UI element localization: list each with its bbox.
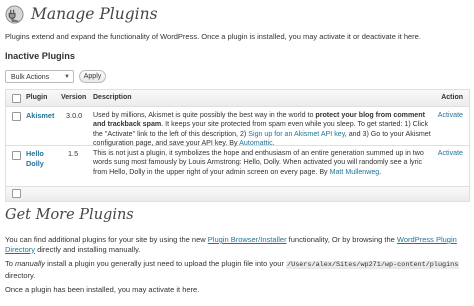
para-text: directly and installing manually. xyxy=(35,244,141,254)
get-more-plugins-heading: Get More Plugins xyxy=(5,207,134,223)
bulk-actions-select[interactable]: Bulk Actions ▼ xyxy=(5,70,74,83)
page-title: Manage Plugins xyxy=(31,5,158,23)
plugins-path: /Users/alex/Sites/wp271/wp-content/plugi… xyxy=(286,261,460,269)
plugin-description: Used by millions, Akismet is quite possi… xyxy=(93,111,433,149)
plugin-version: 1.5 xyxy=(68,149,79,158)
intro-text: Plugins extend and expand the functional… xyxy=(5,32,421,41)
select-all-checkbox[interactable] xyxy=(12,94,21,103)
col-version: Version xyxy=(61,94,87,101)
plugins-table: Plugin Version Description Action Akisme… xyxy=(5,89,470,202)
row-checkbox[interactable] xyxy=(12,151,21,160)
table-row: Hello Dolly 1.5 This is not just a plugi… xyxy=(6,146,469,187)
akismet-api-key-link[interactable]: Sign up for an Akismet API key xyxy=(248,130,344,138)
author-link[interactable]: Matt Mullenweg xyxy=(330,168,380,176)
table-header: Plugin Version Description Action xyxy=(6,90,469,107)
select-all-checkbox-footer[interactable] xyxy=(12,189,21,198)
activate-link[interactable]: Activate xyxy=(438,149,463,157)
page-header: Manage Plugins xyxy=(5,4,158,24)
plugin-name-akismet[interactable]: Akismet xyxy=(26,111,54,121)
para-text: To xyxy=(5,259,16,268)
plugin-browser-link[interactable]: Plugin Browser/Installer xyxy=(208,235,287,244)
plugin-version: 3.0.0 xyxy=(66,111,83,120)
col-description: Description xyxy=(93,94,132,101)
activate-link[interactable]: Activate xyxy=(438,111,463,119)
para-text: install a plugin you generally just need… xyxy=(45,259,287,268)
desc-text: . xyxy=(379,167,382,176)
manage-plugins-page: Manage Plugins Plugins extend and expand… xyxy=(0,0,474,306)
desc-text: Used by millions, Akismet is quite possi… xyxy=(93,111,316,119)
get-more-paragraph: You can find additional plugins for your… xyxy=(5,235,467,254)
manual-install-paragraph: To manually install a plugin you general… xyxy=(5,259,467,280)
para-emphasis: manually xyxy=(15,259,46,268)
col-action: Action xyxy=(441,94,463,101)
chevron-down-icon: ▼ xyxy=(64,74,70,80)
inactive-plugins-heading: Inactive Plugins xyxy=(5,51,75,61)
table-footer xyxy=(6,187,469,201)
para-text: functionality, Or by browsing the xyxy=(286,235,397,244)
para-text: directory. xyxy=(5,270,36,280)
para-text: You can find additional plugins for your… xyxy=(5,235,208,244)
col-plugin: Plugin xyxy=(26,94,48,101)
plugin-description: This is not just a plugin, it symbolizes… xyxy=(93,149,433,177)
row-checkbox[interactable] xyxy=(12,112,21,121)
table-row: Akismet 3.0.0 Used by millions, Akismet … xyxy=(6,107,469,149)
bulk-actions-value: Bulk Actions xyxy=(11,74,50,81)
activate-note: Once a plugin has been installed, you ma… xyxy=(5,285,200,294)
plugin-icon xyxy=(5,4,24,24)
apply-button[interactable]: Apply xyxy=(79,70,106,83)
plugin-name-hello-dolly[interactable]: Hello Dolly xyxy=(26,149,56,168)
